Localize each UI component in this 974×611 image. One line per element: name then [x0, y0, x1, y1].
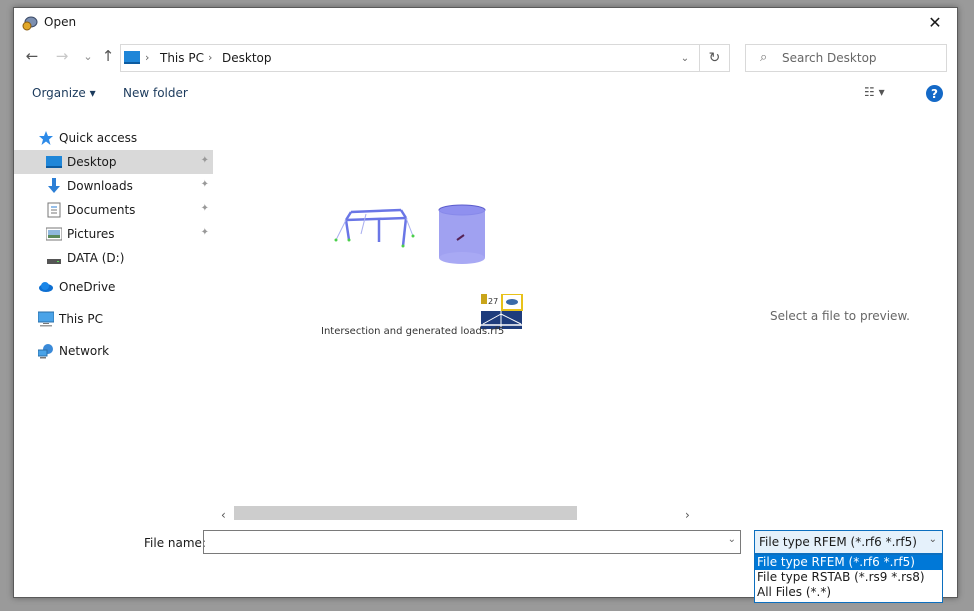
- address-bar[interactable]: › This PC › Desktop ⌄ ↻: [120, 44, 730, 72]
- up-arrow-icon: ↑: [101, 47, 115, 65]
- pin-icon[interactable]: ✦: [201, 179, 209, 190]
- search-box[interactable]: ⌕: [745, 44, 947, 72]
- preview-placeholder: Select a file to preview.: [770, 309, 910, 323]
- desktop-icon: [124, 51, 140, 64]
- file-name-label: File name:: [144, 536, 206, 550]
- scroll-right-icon[interactable]: ›: [685, 508, 690, 522]
- refresh-button[interactable]: ↻: [699, 45, 729, 71]
- file-type-selected: File type RFEM (*.rf6 *.rf5): [759, 535, 917, 549]
- file-type-option-rstab[interactable]: File type RSTAB (*.rs9 *.rs8): [755, 570, 942, 585]
- pin-icon[interactable]: ✦: [201, 203, 209, 214]
- chevron-down-icon: ⌄: [928, 534, 937, 545]
- file-item[interactable]: 27 Intersection and generated loads.rf5: [321, 192, 523, 342]
- sidebar-item-pictures[interactable]: Pictures ✦: [14, 222, 213, 246]
- file-type-option-rfem[interactable]: File type RFEM (*.rf6 *.rf5): [755, 555, 942, 570]
- scroll-left-icon[interactable]: ‹: [221, 508, 226, 522]
- breadcrumb-this-pc[interactable]: This PC: [160, 51, 204, 65]
- file-type-option-all[interactable]: All Files (*.*): [755, 585, 942, 600]
- svg-text:27: 27: [488, 297, 498, 306]
- new-folder-button[interactable]: New folder: [123, 86, 188, 100]
- rfem-file-icon: 27: [481, 294, 523, 329]
- search-input[interactable]: [782, 49, 942, 67]
- file-type-dropdown-list: File type RFEM (*.rf6 *.rf5) File type R…: [754, 554, 943, 603]
- chevron-down-icon: ⌄: [680, 52, 690, 64]
- sidebar-item-label: DATA (D:): [67, 251, 125, 265]
- close-button[interactable]: ✕: [913, 8, 957, 36]
- sidebar-item-label: Downloads: [67, 179, 133, 193]
- organize-button[interactable]: Organize ▾: [32, 86, 96, 100]
- up-button[interactable]: ↑: [98, 46, 118, 66]
- scrollbar-thumb[interactable]: [234, 506, 577, 520]
- network-icon: [38, 344, 53, 359]
- sidebar-item-data-drive[interactable]: DATA (D:): [14, 246, 213, 270]
- sidebar-item-label: OneDrive: [59, 280, 116, 294]
- breadcrumb-desktop[interactable]: Desktop: [222, 51, 272, 65]
- sidebar-item-label: Documents: [67, 203, 136, 217]
- star-icon: [39, 131, 53, 145]
- document-icon: [47, 202, 61, 218]
- address-dropdown-button[interactable]: ⌄: [671, 45, 699, 71]
- chevron-down-icon: ⌄: [83, 49, 93, 63]
- change-view-button[interactable]: ☷ ▾: [864, 85, 904, 103]
- file-list: 27 Intersection and generated loads.rf5 …: [213, 108, 753, 528]
- sidebar-item-label: Desktop: [67, 155, 117, 169]
- file-name-label: Intersection and generated loads.rf5: [321, 326, 505, 337]
- file-thumbnail: [334, 204, 486, 264]
- back-button[interactable]: ←: [22, 46, 42, 66]
- cloud-icon: [39, 282, 53, 292]
- close-icon: ✕: [928, 12, 942, 32]
- breadcrumb-separator-icon: ›: [145, 51, 150, 64]
- sidebar-item-this-pc[interactable]: This PC: [14, 307, 213, 331]
- refresh-icon: ↻: [708, 50, 721, 66]
- back-arrow-icon: ←: [25, 47, 39, 65]
- command-bar: Organize ▾ New folder ☷ ▾ ?: [14, 82, 957, 106]
- desktop-icon: [46, 156, 62, 168]
- picture-icon: [46, 227, 62, 241]
- help-button[interactable]: ?: [926, 85, 943, 102]
- download-icon: [48, 178, 60, 193]
- sidebar-item-label: Quick access: [59, 131, 138, 145]
- recent-locations-button[interactable]: ⌄: [78, 46, 98, 66]
- sidebar-item-label: Pictures: [67, 227, 115, 241]
- sidebar-item-network[interactable]: Network: [14, 339, 213, 363]
- file-type-select[interactable]: File type RFEM (*.rf6 *.rf5) ⌄: [754, 530, 943, 554]
- file-name-combobox[interactable]: ⌄: [203, 530, 741, 554]
- sidebar-item-onedrive[interactable]: OneDrive: [14, 275, 213, 299]
- navigation-pane: Quick access Desktop ✦ Downloads ✦ Docum…: [14, 126, 213, 386]
- forward-button[interactable]: →: [52, 46, 72, 66]
- sidebar-item-downloads[interactable]: Downloads ✦: [14, 174, 213, 198]
- pin-icon[interactable]: ✦: [201, 227, 209, 238]
- title-bar: Open ✕: [14, 8, 957, 38]
- sidebar-item-label: This PC: [59, 312, 103, 326]
- forward-arrow-icon: →: [55, 47, 69, 65]
- chevron-down-icon[interactable]: ⌄: [728, 534, 736, 545]
- search-icon: ⌕: [760, 50, 768, 65]
- sidebar-item-desktop[interactable]: Desktop ✦: [14, 150, 213, 174]
- breadcrumb-separator-icon: ›: [208, 51, 213, 64]
- open-dialog: Open ✕ ← → ⌄ ↑ › This PC › Desktop ⌄ ↻ ⌕…: [13, 7, 958, 603]
- file-name-input[interactable]: [208, 534, 708, 550]
- computer-icon: [38, 311, 54, 327]
- horizontal-scrollbar[interactable]: ‹ ›: [213, 506, 753, 526]
- drive-icon: [47, 259, 61, 264]
- pin-icon[interactable]: ✦: [201, 155, 209, 166]
- sidebar-item-documents[interactable]: Documents ✦: [14, 198, 213, 222]
- navigation-bar: ← → ⌄ ↑ › This PC › Desktop ⌄ ↻ ⌕: [14, 42, 957, 72]
- sidebar-item-quick-access[interactable]: Quick access: [14, 126, 213, 150]
- sidebar-item-label: Network: [59, 344, 110, 358]
- app-icon: [22, 16, 38, 31]
- window-title: Open: [44, 15, 77, 29]
